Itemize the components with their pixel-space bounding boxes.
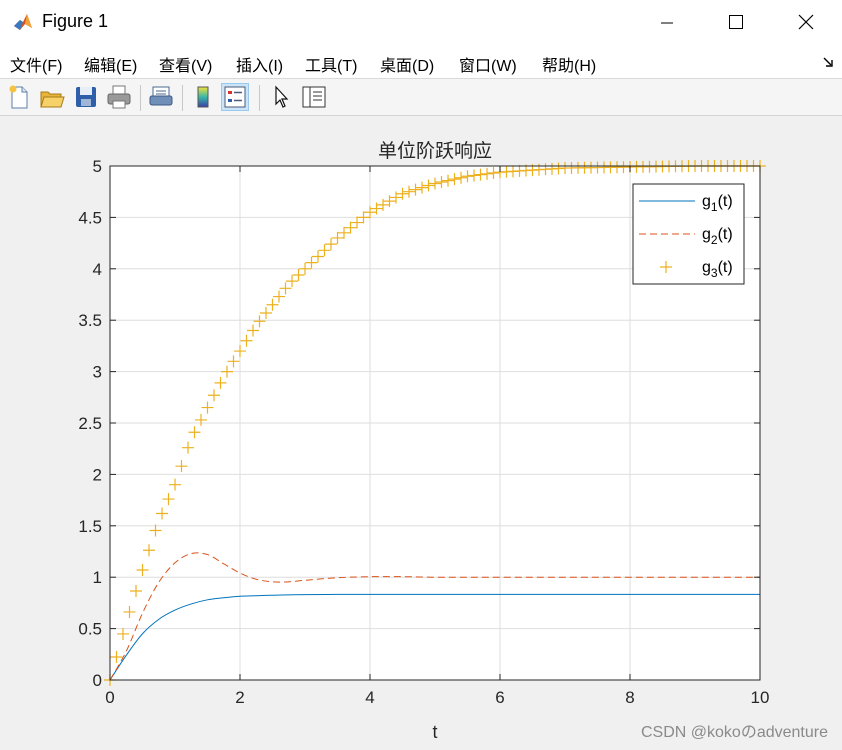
y-tick-label: 4.5 — [78, 208, 102, 227]
menu-bar: 文件(F) 编辑(E) 查看(V) 插入(I) 工具(T) 桌面(D) 窗口(W… — [0, 44, 842, 79]
menu-desktop[interactable]: 桌面(D) — [380, 52, 434, 76]
dock-arrow-icon[interactable] — [822, 56, 834, 68]
menu-view[interactable]: 查看(V) — [159, 52, 212, 76]
x-tick-label: 2 — [235, 688, 244, 707]
new-figure-icon — [9, 85, 28, 109]
x-tick-label: 0 — [105, 688, 114, 707]
window-titlebar: Figure 1 — [0, 0, 842, 44]
y-tick-label: 4 — [93, 260, 102, 279]
y-tick-label: 2 — [93, 465, 102, 484]
figure-canvas: 0 2 4 6 8 10 0 0.5 1 1.5 2 2.5 3 3.5 4 4.5 5 单位阶跃响应 t g1… — [0, 116, 842, 750]
menu-file[interactable]: 文件(F) — [10, 52, 62, 76]
menu-help[interactable]: 帮助(H) — [542, 52, 596, 76]
maximize-button[interactable] — [713, 0, 759, 44]
matlab-logo-icon — [14, 14, 32, 30]
minimize-icon — [661, 22, 673, 24]
new-figure-button[interactable] — [5, 83, 33, 111]
menu-edit[interactable]: 编辑(E) — [84, 52, 137, 76]
x-tick-label: 6 — [495, 688, 504, 707]
print-preview-icon — [149, 86, 173, 106]
print-icon — [107, 85, 131, 109]
toolbar — [0, 79, 842, 116]
x-axis-label: t — [432, 722, 437, 742]
edit-plot-button[interactable] — [266, 83, 294, 111]
print-preview-button[interactable] — [147, 83, 175, 111]
x-tick-label: 4 — [365, 688, 374, 707]
toolbar-separator — [259, 85, 260, 111]
property-inspector-button[interactable] — [300, 83, 328, 111]
y-tick-label: 2.5 — [78, 414, 102, 433]
property-inspector-icon — [302, 86, 326, 108]
legend[interactable]: g1(t)g2(t)g3(t) — [632, 183, 745, 285]
y-tick-label: 0 — [93, 671, 102, 690]
legend-button[interactable] — [221, 83, 249, 111]
minimize-button[interactable] — [644, 0, 690, 44]
colorbar-icon — [197, 86, 209, 108]
save-icon — [76, 87, 96, 107]
save-button[interactable] — [72, 83, 100, 111]
y-tick-label: 1.5 — [78, 517, 102, 536]
watermark-text: CSDN @kokoのadventure — [641, 724, 828, 741]
toolbar-separator — [140, 85, 141, 111]
y-tick-label: 3.5 — [78, 311, 102, 330]
y-tick-label: 0.5 — [78, 620, 102, 639]
menu-window[interactable]: 窗口(W) — [459, 52, 517, 76]
x-tick-label: 10 — [751, 688, 770, 707]
print-button[interactable] — [105, 83, 133, 111]
open-file-button[interactable] — [38, 83, 66, 111]
maximize-icon — [729, 15, 743, 29]
chart-title: 单位阶跃响应 — [378, 140, 492, 162]
window-title: Figure 1 — [42, 11, 109, 31]
y-tick-label: 5 — [93, 157, 102, 176]
y-tick-label: 1 — [93, 568, 102, 587]
close-button[interactable] — [783, 0, 829, 44]
toolbar-separator — [182, 85, 183, 111]
x-tick-label: 8 — [625, 688, 634, 707]
menu-insert[interactable]: 插入(I) — [236, 52, 283, 76]
plot-area[interactable]: 0 2 4 6 8 10 0 0.5 1 1.5 2 2.5 3 3.5 4 4.5 5 单位阶跃响应 t g1… — [0, 116, 842, 750]
open-file-icon — [40, 91, 65, 108]
menu-tools[interactable]: 工具(T) — [305, 52, 357, 76]
y-tick-label: 3 — [93, 363, 102, 382]
edit-plot-pointer-icon — [275, 85, 289, 108]
legend-icon — [224, 86, 246, 108]
close-icon — [798, 14, 814, 30]
colorbar-button[interactable] — [189, 83, 217, 111]
